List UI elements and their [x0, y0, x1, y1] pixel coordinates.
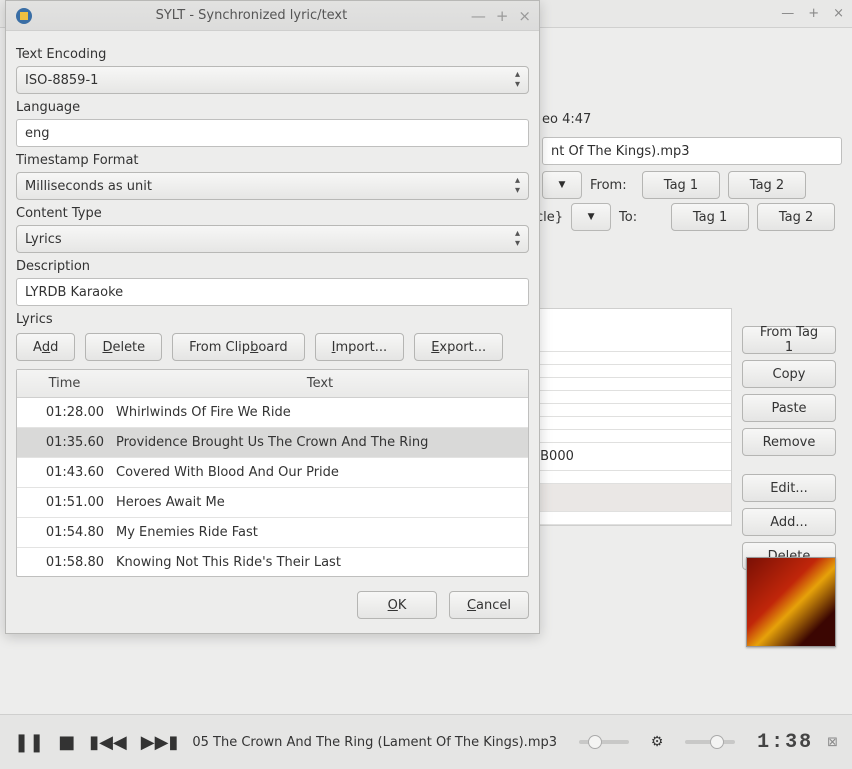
lyric-row[interactable]: 01:35.60Providence Brought Us The Crown …	[17, 428, 528, 458]
close-icon[interactable]: ×	[833, 6, 844, 21]
timestamp-format-value: Milliseconds as unit	[25, 179, 152, 194]
to-tag1-button[interactable]: Tag 1	[671, 203, 749, 231]
chevron-updown-icon: ▴▾	[515, 176, 520, 196]
export-button[interactable]: Export...	[414, 333, 503, 361]
playback-time: 1:38	[757, 731, 813, 754]
lyric-row[interactable]: 01:28.00Whirlwinds Of Fire We Ride	[17, 398, 528, 428]
lyric-text: Providence Brought Us The Crown And The …	[112, 435, 528, 450]
dialog-minimize-icon[interactable]: —	[471, 7, 486, 25]
text-column-header[interactable]: Text	[112, 370, 528, 397]
from-tag1-button[interactable]: Tag 1	[642, 171, 720, 199]
lyrics-toolbar: Add Delete From Clipboard Import... Expo…	[16, 333, 529, 361]
audio-info-text: eo 4:47	[542, 108, 842, 131]
lyric-row[interactable]: 01:43.60Covered With Blood And Our Pride	[17, 458, 528, 488]
lyric-time: 01:51.00	[17, 495, 112, 510]
cancel-button[interactable]: Cancel	[449, 591, 529, 619]
lyrics-table-body[interactable]: 01:28.00Whirlwinds Of Fire We Ride01:35.…	[17, 398, 528, 576]
to-tag2-button[interactable]: Tag 2	[757, 203, 835, 231]
description-input[interactable]	[16, 278, 529, 306]
seek-slider[interactable]	[579, 740, 629, 744]
lyric-row[interactable]: 01:51.00Heroes Await Me	[17, 488, 528, 518]
ok-button[interactable]: OK	[357, 591, 437, 619]
lyric-time: 01:58.80	[17, 555, 112, 570]
lyric-time: 01:35.60	[17, 435, 112, 450]
lyric-time: 01:43.60	[17, 465, 112, 480]
frame-action-buttons: From Tag 1 Copy Paste Remove Edit... Add…	[742, 326, 836, 570]
lyrics-table: Time Text 01:28.00Whirlwinds Of Fire We …	[16, 369, 529, 577]
from-clipboard-button[interactable]: From Clipboard	[172, 333, 304, 361]
description-label: Description	[16, 259, 529, 274]
import-button[interactable]: Import...	[315, 333, 405, 361]
close-player-icon[interactable]: ⊠	[827, 735, 838, 750]
delete-lyric-button[interactable]: Delete	[85, 333, 162, 361]
player-bar: ❚❚ ■ ▮◀◀ ▶▶▮ 05 The Crown And The Ring (…	[0, 714, 852, 769]
from-tag1-action-button[interactable]: From Tag 1	[742, 326, 836, 354]
from-tag2-button[interactable]: Tag 2	[728, 171, 806, 199]
lyric-time: 01:28.00	[17, 405, 112, 420]
timestamp-format-label: Timestamp Format	[16, 153, 529, 168]
dialog-titlebar[interactable]: SYLT - Synchronized lyric/text — + ×	[6, 1, 539, 31]
from-label: From:	[590, 178, 634, 193]
volume-icon[interactable]: ⚙	[651, 734, 664, 750]
paste-button[interactable]: Paste	[742, 394, 836, 422]
text-encoding-value: ISO-8859-1	[25, 73, 98, 88]
content-type-value: Lyrics	[25, 232, 62, 247]
dialog-title: SYLT - Synchronized lyric/text	[42, 8, 461, 23]
content-type-select[interactable]: Lyrics ▴▾	[16, 225, 529, 253]
add-lyric-button[interactable]: Add	[16, 333, 75, 361]
file-info-panel: eo 4:47 nt Of The Kings).mp3 ▼ From: Tag…	[542, 108, 842, 235]
content-type-label: Content Type	[16, 206, 529, 221]
timestamp-format-select[interactable]: Milliseconds as unit ▴▾	[16, 172, 529, 200]
filename-field[interactable]: nt Of The Kings).mp3	[542, 137, 842, 165]
remove-button[interactable]: Remove	[742, 428, 836, 456]
next-track-icon[interactable]: ▶▶▮	[141, 732, 179, 753]
volume-slider[interactable]	[685, 740, 735, 744]
prev-track-icon[interactable]: ▮◀◀	[89, 732, 127, 753]
text-encoding-label: Text Encoding	[16, 47, 529, 62]
language-label: Language	[16, 100, 529, 115]
sylt-dialog: SYLT - Synchronized lyric/text — + × Tex…	[5, 0, 540, 634]
lyric-text: Whirlwinds Of Fire We Ride	[112, 405, 528, 420]
minimize-icon[interactable]: —	[781, 6, 794, 21]
time-column-header[interactable]: Time	[17, 370, 112, 397]
edit-button[interactable]: Edit...	[742, 474, 836, 502]
lyric-row[interactable]: 01:54.80My Enemies Ride Fast	[17, 518, 528, 548]
lyric-text: Heroes Await Me	[112, 495, 528, 510]
dialog-maximize-icon[interactable]: +	[496, 7, 509, 25]
stop-icon[interactable]: ■	[58, 732, 75, 753]
chevron-down-icon: ▼	[588, 212, 595, 222]
lyrics-label: Lyrics	[16, 312, 529, 327]
format-dropdown-1[interactable]: ▼	[542, 171, 582, 199]
format1-suffix: cle}	[536, 210, 563, 225]
maximize-icon[interactable]: +	[808, 6, 819, 21]
lyric-text: Knowing Not This Ride's Their Last	[112, 555, 528, 570]
to-label: To:	[619, 210, 663, 225]
album-cover-image	[746, 557, 836, 647]
pause-icon[interactable]: ❚❚	[14, 732, 44, 753]
filename-value: nt Of The Kings).mp3	[551, 144, 690, 159]
copy-button[interactable]: Copy	[742, 360, 836, 388]
lyric-text: My Enemies Ride Fast	[112, 525, 528, 540]
format-dropdown-2[interactable]: ▼	[571, 203, 611, 231]
chevron-updown-icon: ▴▾	[515, 229, 520, 249]
lyric-text: Covered With Blood And Our Pride	[112, 465, 528, 480]
text-encoding-select[interactable]: ISO-8859-1 ▴▾	[16, 66, 529, 94]
lyric-time: 01:54.80	[17, 525, 112, 540]
add-button[interactable]: Add...	[742, 508, 836, 536]
lyric-row[interactable]: 01:58.80Knowing Not This Ride's Their La…	[17, 548, 528, 576]
now-playing-track: 05 The Crown And The Ring (Lament Of The…	[192, 735, 557, 750]
chevron-down-icon: ▼	[559, 180, 566, 190]
chevron-updown-icon: ▴▾	[515, 70, 520, 90]
dialog-close-icon[interactable]: ×	[518, 7, 531, 25]
app-icon	[14, 6, 34, 26]
language-input[interactable]	[16, 119, 529, 147]
